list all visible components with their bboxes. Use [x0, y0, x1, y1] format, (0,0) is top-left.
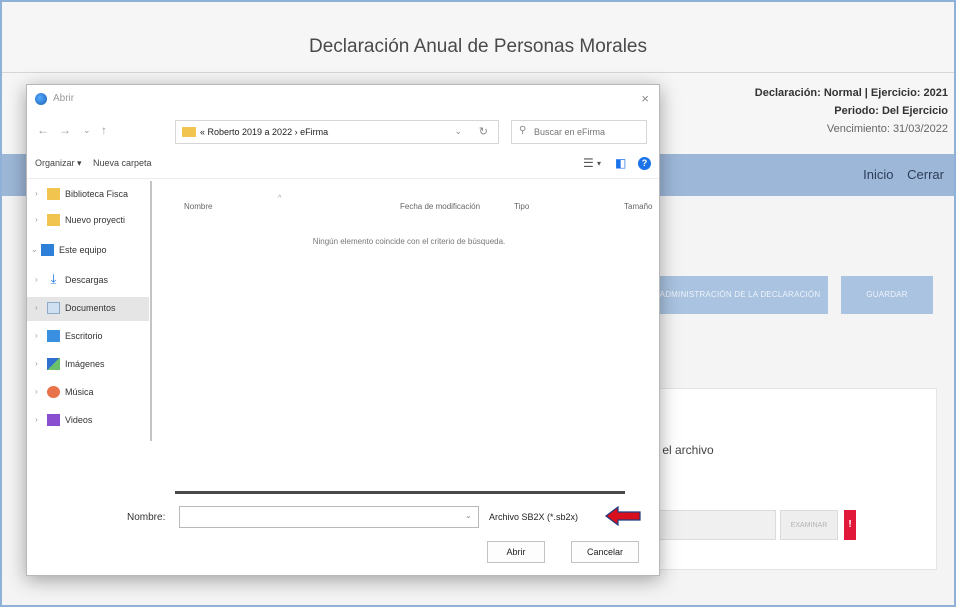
nav-item-nuevo-proyecto[interactable]: › Nuevo proyecti [27, 209, 149, 233]
nav-item-escritorio[interactable]: › Escritorio [27, 325, 149, 349]
nav-item-label: Videos [65, 415, 93, 425]
nav-cerrar-link[interactable]: Cerrar [907, 167, 944, 182]
horizontal-scrollbar[interactable] [175, 491, 625, 494]
nav-item-biblioteca[interactable]: › Biblioteca Fisca [27, 183, 149, 207]
up-arrow-icon[interactable]: ↑ [101, 123, 107, 137]
refresh-icon[interactable]: ↻ [479, 125, 488, 138]
upload-panel-text: r el archivo [655, 443, 714, 457]
nav-inicio-link[interactable]: Inicio [863, 167, 893, 182]
folder-icon [182, 127, 196, 137]
forward-arrow-icon[interactable]: → [59, 123, 71, 137]
nav-item-musica[interactable]: › Música [27, 381, 149, 405]
dialog-title: Abrir [53, 93, 75, 104]
file-name-label: Nombre: [127, 512, 166, 523]
computer-icon [41, 244, 54, 256]
alert-badge: ! [844, 510, 856, 540]
nav-item-label: Este equipo [59, 245, 107, 255]
search-icon: ⚲ [519, 125, 527, 136]
file-type-filter[interactable]: Archivo SB2X (*.sb2x) [485, 506, 601, 528]
column-header-size[interactable]: Tamaño [624, 202, 652, 211]
nav-item-documentos[interactable]: › Documentos [27, 297, 149, 321]
open-button[interactable]: Abrir [487, 541, 545, 563]
chevron-down-icon[interactable]: ⌄ [465, 511, 472, 520]
expander-icon[interactable]: › [35, 387, 38, 396]
folder-icon [47, 188, 60, 200]
column-header-type[interactable]: Tipo [514, 202, 529, 211]
video-icon [47, 414, 60, 426]
address-dropdown-icon[interactable]: ⌄ [454, 126, 462, 137]
nav-item-label: Documentos [65, 303, 116, 313]
address-bar[interactable]: « Roberto 2019 a 2022 › eFirma ⌄ ↻ [175, 120, 499, 144]
file-list[interactable]: Nombre ^ Fecha de modificación Tipo Tama… [160, 179, 658, 493]
dialog-footer: Nombre: ⌄ Archivo SB2X (*.sb2x) Abrir Ca… [27, 497, 659, 575]
sort-caret-icon: ^ [278, 195, 282, 202]
expander-icon[interactable]: › [35, 275, 38, 284]
upload-panel [632, 388, 937, 570]
file-open-dialog: Abrir × ← → ⌄ ↑ « Roberto 2019 a 2022 › … [26, 84, 660, 576]
screenshot-frame: Declaración Anual de Personas Morales De… [0, 0, 956, 607]
file-path-input[interactable] [658, 510, 776, 540]
command-bar: Organizar ▾ Nueva carpeta ☰ ▾ ◧ ? [27, 149, 659, 179]
chevron-down-icon[interactable]: ▾ [597, 159, 601, 168]
expander-icon[interactable]: › [35, 303, 38, 312]
examinar-button[interactable]: EXAMINAR [780, 510, 838, 540]
organize-menu[interactable]: Organizar ▾ [35, 158, 82, 169]
pictures-icon [47, 358, 60, 370]
page-title: Declaración Anual de Personas Morales [309, 36, 647, 57]
nav-item-label: Escritorio [65, 331, 103, 341]
preview-pane-icon[interactable]: ◧ [615, 156, 626, 170]
guardar-button[interactable]: GUARDAR [841, 276, 933, 314]
nav-item-descargas[interactable]: › ⤓ Descargas [27, 269, 149, 293]
nav-item-label: Música [65, 387, 94, 397]
new-folder-button[interactable]: Nueva carpeta [93, 158, 152, 168]
declaration-type: Declaración: Normal | Ejercicio: 2021 [754, 87, 948, 99]
help-icon[interactable]: ? [638, 157, 651, 170]
nav-item-label: Nuevo proyecti [65, 215, 126, 225]
back-arrow-icon[interactable]: ← [37, 123, 49, 137]
search-box[interactable]: ⚲ [511, 120, 647, 144]
nav-item-label: Imágenes [65, 359, 105, 369]
administracion-button[interactable]: ADMINISTRACIÓN DE LA DECLARACIÓN [652, 276, 828, 314]
navigation-pane: › Biblioteca Fisca › Nuevo proyecti ⌄ Es… [27, 179, 157, 493]
expander-icon[interactable]: › [35, 359, 38, 368]
declaration-due-date: Vencimiento: 31/03/2022 [826, 123, 948, 135]
expander-icon[interactable]: › [35, 331, 38, 340]
column-header-name[interactable]: Nombre [184, 202, 212, 211]
column-header-modified[interactable]: Fecha de modificación [400, 202, 480, 211]
header-divider [2, 72, 954, 73]
expander-icon[interactable]: ⌄ [31, 245, 38, 254]
nav-item-label: Descargas [65, 275, 109, 285]
declaration-info: Declaración: Normal | Ejercicio: 2021 Pe… [755, 84, 948, 138]
nav-item-videos[interactable]: › Videos [27, 409, 149, 433]
view-options-icon[interactable]: ☰ [583, 156, 594, 170]
chevron-down-icon[interactable]: ⌄ [83, 125, 91, 136]
navigation-scrollbar[interactable] [150, 181, 152, 441]
expander-icon[interactable]: › [35, 215, 38, 224]
expander-icon[interactable]: › [35, 189, 38, 198]
close-icon[interactable]: × [641, 91, 649, 106]
browser-app-icon [35, 93, 47, 105]
nav-item-imagenes[interactable]: › Imágenes [27, 353, 149, 377]
folder-icon [47, 214, 60, 226]
download-icon: ⤓ [50, 271, 57, 286]
desktop-icon [47, 330, 60, 342]
cancel-button[interactable]: Cancelar [571, 541, 639, 563]
documents-icon [47, 302, 60, 314]
address-row: ← → ⌄ ↑ « Roberto 2019 a 2022 › eFirma ⌄… [27, 115, 659, 149]
music-icon [47, 386, 60, 398]
search-input[interactable] [534, 124, 642, 140]
red-arrow-annotation-icon [605, 506, 641, 526]
dialog-titlebar: Abrir × [27, 85, 659, 115]
address-path: « Roberto 2019 a 2022 › eFirma [200, 127, 329, 137]
nav-item-este-equipo[interactable]: ⌄ Este equipo [27, 239, 149, 263]
nav-links: Inicio Cerrar [853, 167, 944, 182]
nav-item-label: Biblioteca Fisca [65, 189, 129, 199]
file-name-input[interactable] [179, 506, 479, 528]
expander-icon[interactable]: › [35, 415, 38, 424]
declaration-period: Periodo: Del Ejercicio [834, 105, 948, 117]
empty-message: Ningún elemento coincide con el criterio… [312, 237, 506, 246]
